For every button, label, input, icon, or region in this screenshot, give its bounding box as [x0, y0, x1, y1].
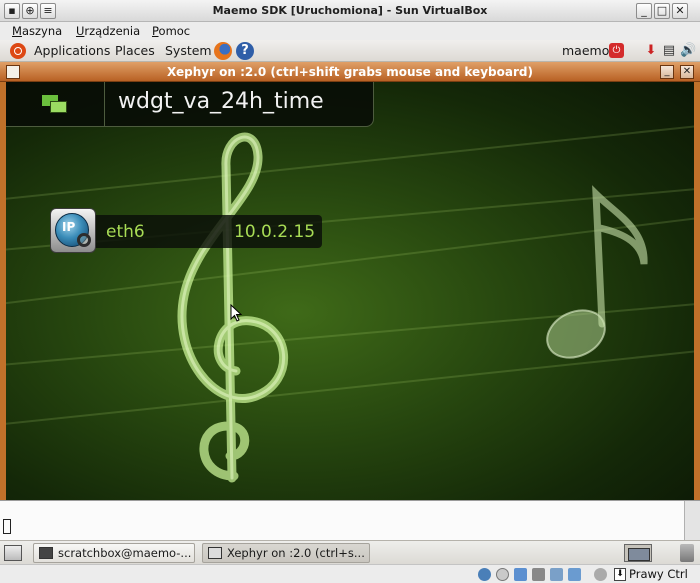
- trash-icon[interactable]: [680, 544, 694, 562]
- maximize-button[interactable]: □: [654, 3, 670, 19]
- xephyr-minimize-button[interactable]: _: [660, 65, 674, 79]
- ubuntu-logo-icon[interactable]: [10, 43, 26, 59]
- user-name[interactable]: maemo: [562, 43, 609, 58]
- mouse-integration-icon[interactable]: [594, 568, 607, 581]
- system-menu[interactable]: System: [165, 43, 212, 58]
- places-menu[interactable]: Places: [115, 43, 155, 58]
- terminal-area[interactable]: [0, 500, 700, 541]
- menu-machine[interactable]: Maszyna: [12, 24, 62, 38]
- ip-globe-icon: IP: [50, 208, 96, 253]
- taskbar-item-terminal[interactable]: scratchbox@maemo-...: [33, 543, 195, 563]
- music-note-icon: [546, 185, 648, 359]
- host-key-label: Prawy Ctrl: [629, 567, 688, 581]
- hard-disk-icon[interactable]: [478, 568, 491, 581]
- window-title: Maemo SDK [Uruchomiona] - Sun VirtualBox: [212, 4, 488, 17]
- vbox-titlebar: ▪ ⊕ ≡ Maemo SDK [Uruchomiona] - Sun Virt…: [0, 0, 700, 22]
- ip-address: 10.0.2.15: [234, 222, 316, 242]
- volume-icon[interactable]: 🔊: [680, 43, 696, 59]
- power-icon[interactable]: ⏻: [609, 43, 624, 58]
- xephyr-close-button[interactable]: ✕: [680, 65, 694, 79]
- firefox-icon[interactable]: [214, 42, 232, 60]
- gnome-top-panel: Applications Places System ? maemo ⏻ ⬇ ▤…: [0, 40, 700, 62]
- maemo-status-bar: wdgt_va_24h_time: [6, 82, 374, 127]
- host-key-icon: ⬇: [614, 568, 626, 581]
- xephyr-window: Xephyr on :2.0 (ctrl+shift grabs mouse a…: [0, 62, 700, 500]
- window-icon: [208, 547, 222, 559]
- mouse-cursor-icon: [230, 304, 242, 322]
- vbox-menubar: Maszyna Urządzenia Pomoc: [0, 22, 700, 40]
- terminal-icon: [39, 547, 53, 559]
- gnome-bottom-panel: scratchbox@maemo-... Xephyr on :2.0 (ctr…: [0, 540, 700, 564]
- menu-help[interactable]: Pomoc: [152, 24, 190, 38]
- minimize-button[interactable]: _: [636, 3, 652, 19]
- network-tray-icon[interactable]: ▤: [662, 43, 676, 59]
- virtualization-icon[interactable]: [568, 568, 581, 581]
- usb-icon[interactable]: [532, 568, 545, 581]
- show-desktop-icon[interactable]: [4, 545, 22, 561]
- close-button[interactable]: ✕: [672, 3, 688, 19]
- network-widget[interactable]: IP eth6 10.0.2.15: [50, 208, 322, 253]
- vbox-statusbar: ⬇ Prawy Ctrl: [0, 564, 700, 583]
- workspace-switcher[interactable]: [624, 544, 652, 562]
- shared-folders-icon[interactable]: [550, 568, 563, 581]
- interface-name: eth6: [106, 222, 145, 242]
- taskbar-item-xephyr[interactable]: Xephyr on :2.0 (ctrl+s...: [202, 543, 370, 563]
- xephyr-titlebar: Xephyr on :2.0 (ctrl+shift grabs mouse a…: [0, 62, 700, 82]
- cd-icon[interactable]: [496, 568, 509, 581]
- help-icon[interactable]: ?: [236, 42, 254, 60]
- xephyr-title: Xephyr on :2.0 (ctrl+shift grabs mouse a…: [167, 65, 533, 79]
- task-switcher-icon[interactable]: [42, 95, 68, 113]
- menu-devices[interactable]: Urządzenia: [76, 24, 140, 38]
- text-cursor: [3, 519, 11, 534]
- terminal-scrollbar[interactable]: [684, 501, 700, 541]
- app-title: wdgt_va_24h_time: [118, 89, 324, 114]
- applications-menu[interactable]: Applications: [34, 43, 110, 58]
- maemo-desktop[interactable]: wdgt_va_24h_time IP eth6 10.0.2.15: [6, 82, 694, 500]
- network-adapter-icon[interactable]: [514, 568, 527, 581]
- update-arrow-icon[interactable]: ⬇: [644, 43, 658, 59]
